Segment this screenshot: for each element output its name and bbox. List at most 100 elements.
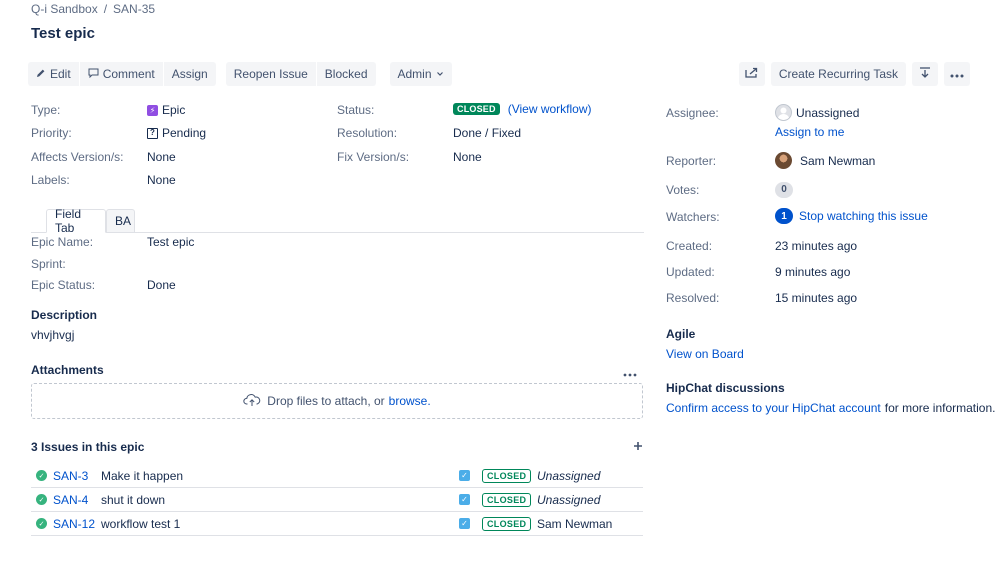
chevron-down-icon (436, 67, 444, 81)
resolution-value: Done / Fixed (453, 126, 522, 140)
hipchat-confirm-link[interactable]: Confirm access to your HipChat account (666, 401, 881, 415)
epic-name-value: Test epic (147, 235, 195, 249)
breadcrumb-issue-link[interactable]: SAN-35 (113, 2, 155, 16)
fix-versions-label: Fix Version/s: (337, 150, 410, 164)
download-icon (919, 66, 931, 82)
created-label: Created: (666, 239, 713, 253)
edit-button-label: Edit (50, 67, 71, 81)
edit-button[interactable]: Edit (28, 62, 79, 86)
assign-to-me-link[interactable]: Assign to me (775, 125, 844, 139)
attachments-more-button[interactable] (623, 366, 637, 380)
issue-key-link[interactable]: SAN-12 (53, 517, 95, 531)
issue-toolbar: Edit Comment Assign Reopen Issue Blocked… (28, 62, 452, 86)
priority-value-text: Pending (162, 126, 207, 140)
page-title: Test epic (31, 25, 95, 42)
breadcrumb-project-link[interactable]: Q-i Sandbox (31, 2, 98, 16)
hipchat-title: HipChat discussions (666, 381, 785, 395)
status-badge: CLOSED (453, 103, 500, 115)
epic-status-value: Done (147, 278, 176, 292)
table-row[interactable]: ✓ SAN-4 shut it down ✓ CLOSED Unassigned (31, 488, 643, 512)
more-icon (950, 67, 964, 81)
updated-value: 9 minutes ago (775, 265, 851, 279)
issue-assignee: Unassigned (537, 468, 601, 483)
hipchat-suffix: for more information. (884, 401, 996, 415)
view-on-board-link[interactable]: View on Board (666, 347, 744, 361)
user-avatar (775, 152, 792, 169)
workflow-button-group: Reopen Issue Blocked (225, 62, 376, 86)
breadcrumb-separator: / (103, 2, 108, 16)
table-row[interactable]: ✓ SAN-12 workflow test 1 ✓ CLOSED Sam Ne… (31, 512, 643, 536)
assignee-label: Assignee: (666, 106, 719, 120)
drop-files-text: Drop files to attach, or (267, 394, 385, 408)
stop-watching-link[interactable]: Stop watching this issue (799, 209, 928, 223)
unassigned-avatar-icon (775, 104, 792, 121)
view-workflow-link[interactable]: (View workflow) (508, 102, 592, 116)
description-title: Description (31, 308, 98, 322)
blocked-button[interactable]: Blocked (316, 62, 376, 86)
type-value-text: Epic (162, 103, 186, 117)
labels-value: None (147, 173, 176, 187)
watchers-label: Watchers: (666, 210, 720, 224)
assignee-value: Unassigned (775, 104, 859, 121)
issue-summary: shut it down (101, 492, 166, 507)
fix-versions-value: None (453, 150, 482, 164)
issue-assignee: Unassigned (537, 492, 601, 507)
attachment-dropzone[interactable]: Drop files to attach, or browse. (31, 383, 643, 419)
reopen-issue-button[interactable]: Reopen Issue (225, 62, 316, 86)
field-tabs: Field Tab BA (31, 207, 644, 235)
table-row[interactable]: ✓ SAN-3 Make it happen ✓ CLOSED Unassign… (31, 464, 643, 488)
add-issue-button[interactable] (633, 440, 643, 454)
admin-dropdown-button[interactable]: Admin (389, 62, 452, 86)
votes-value[interactable]: 0 (775, 181, 793, 198)
issue-key-link[interactable]: SAN-3 (53, 469, 88, 483)
type-value: ⚡ Epic (147, 103, 185, 117)
comment-button-label: Comment (102, 67, 155, 81)
status-badge: CLOSED (482, 468, 532, 483)
more-actions-button[interactable] (944, 62, 970, 86)
epic-status-label: Epic Status: (31, 278, 96, 292)
resolved-check-icon: ✓ (36, 494, 47, 505)
share-icon (745, 67, 758, 81)
cloud-upload-icon (243, 393, 261, 410)
share-button[interactable] (738, 62, 765, 86)
status-badge: CLOSED (482, 492, 532, 507)
status-label: Status: (337, 103, 375, 117)
watchers-count-badge[interactable]: 1 (775, 208, 793, 224)
reporter-value: Sam Newman (775, 152, 875, 169)
resolution-label: Resolution: (337, 126, 398, 140)
assign-button[interactable]: Assign (163, 62, 216, 86)
issue-summary: Make it happen (101, 468, 184, 483)
hipchat-info: Confirm access to your HipChat account f… (666, 401, 995, 415)
browse-link[interactable]: browse. (389, 394, 431, 408)
type-label: Type: (31, 103, 61, 117)
updated-label: Updated: (666, 265, 715, 279)
reporter-name[interactable]: Sam Newman (800, 154, 875, 168)
resolved-label: Resolved: (666, 291, 720, 305)
votes-count-badge: 0 (775, 181, 793, 198)
epic-icon: ⚡ (147, 104, 158, 116)
agile-title: Agile (666, 327, 696, 341)
sprint-label: Sprint: (31, 257, 66, 271)
comment-button[interactable]: Comment (79, 62, 163, 86)
plus-icon (633, 440, 643, 454)
issue-key-link[interactable]: SAN-4 (53, 493, 88, 507)
issue-assignee: Sam Newman (537, 516, 613, 531)
priority-value: ? Pending (147, 126, 206, 140)
question-mark-icon: ? (147, 127, 158, 139)
tab-ba[interactable]: BA (106, 209, 135, 233)
issue-summary: workflow test 1 (101, 516, 181, 531)
export-button[interactable] (912, 62, 938, 86)
status-badge: CLOSED (482, 516, 532, 531)
description-text[interactable]: vhvjhvgj (31, 328, 74, 342)
edit-button-group: Edit Comment Assign (28, 62, 216, 86)
affects-versions-value: None (147, 150, 176, 164)
tab-field-tab[interactable]: Field Tab (46, 207, 106, 235)
labels-label: Labels: (31, 173, 70, 187)
reporter-label: Reporter: (666, 154, 717, 168)
votes-label: Votes: (666, 183, 700, 197)
breadcrumb: Q-i Sandbox / SAN-35 (31, 2, 155, 16)
resolved-check-icon: ✓ (36, 518, 47, 529)
attachments-title: Attachments (31, 363, 104, 377)
create-recurring-task-button[interactable]: Create Recurring Task (770, 62, 906, 86)
assignee-name: Unassigned (796, 105, 860, 120)
